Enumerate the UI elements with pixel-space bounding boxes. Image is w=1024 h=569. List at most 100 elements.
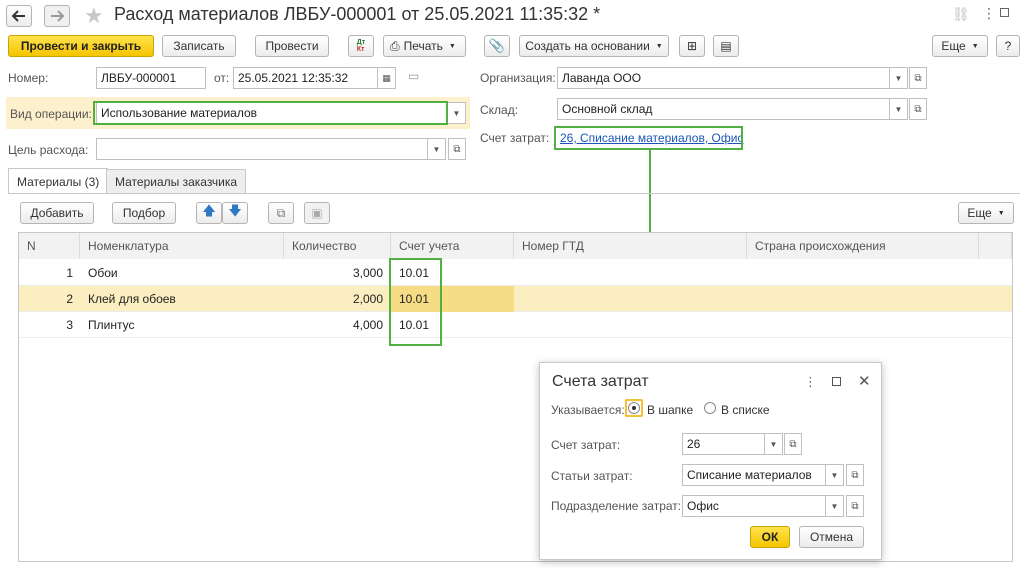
post-and-close-button[interactable]: Провести и закрыть	[8, 35, 154, 57]
add-button[interactable]: Добавить	[20, 202, 94, 224]
attach-button[interactable]: 📎	[484, 35, 510, 57]
account-label: Счет затрат:	[551, 438, 621, 452]
link-icon[interactable]: ⛓	[952, 6, 970, 23]
number-label: Номер:	[8, 71, 49, 85]
cost-account-highlight	[554, 126, 743, 150]
print-button[interactable]: ⎙ Печать ▼	[383, 35, 466, 57]
move-down-button[interactable]: 🡇	[222, 202, 248, 224]
chevron-down-icon: ▼	[448, 42, 456, 50]
table-row[interactable]: 2 Клей для обоев 2,000 10.01	[19, 286, 1012, 312]
copy-button[interactable]: ⧉	[268, 202, 294, 224]
column-header-name[interactable]: Номенклатура	[80, 233, 284, 259]
calendar-button[interactable]: ▦	[378, 67, 396, 89]
chevron-down-icon: ▼	[997, 209, 1005, 217]
dt-kt-button[interactable]: Дт Кт	[348, 35, 374, 57]
cell-name: Плинтус	[88, 318, 135, 332]
back-button[interactable]	[6, 5, 32, 27]
cost-items-dropdown[interactable]: ▼	[826, 464, 844, 486]
cell-n: 1	[66, 266, 73, 280]
organization-label: Организация:	[480, 71, 556, 85]
column-header-qty[interactable]: Количество	[284, 233, 391, 259]
table-more-button[interactable]: Еще ▼	[958, 202, 1014, 224]
cost-account-label: Счет затрат:	[480, 131, 550, 145]
column-header-extra	[979, 233, 1012, 259]
warehouse-field[interactable]: Основной склад	[557, 98, 890, 120]
cancel-button[interactable]: Отмена	[799, 526, 864, 548]
table-row[interactable]: 3 Плинтус 4,000 10.01	[19, 312, 1012, 338]
number-field[interactable]: ЛВБУ-000001	[96, 67, 206, 89]
page-title: Расход материалов ЛВБУ-000001 от 25.05.2…	[114, 4, 601, 24]
purpose-open-button[interactable]: ⧉	[448, 138, 466, 160]
dialog-close-icon[interactable]: ✕	[858, 372, 871, 390]
comment-icon[interactable]: ▭	[408, 69, 419, 83]
account-dropdown[interactable]: ▼	[765, 433, 783, 455]
tab-materials[interactable]: Материалы (3)	[8, 168, 109, 194]
division-dropdown[interactable]: ▼	[826, 495, 844, 517]
structure-button[interactable]: ⊞	[679, 35, 705, 57]
warehouse-dropdown[interactable]: ▼	[890, 98, 908, 120]
maximize-icon[interactable]	[1000, 8, 1009, 17]
column-header-gtd[interactable]: Номер ГТД	[514, 233, 747, 259]
warehouse-open-button[interactable]: ⧉	[909, 98, 927, 120]
post-button[interactable]: Провести	[255, 35, 329, 57]
division-open-button[interactable]: ⧉	[846, 495, 864, 517]
organization-open-button[interactable]: ⧉	[909, 67, 927, 89]
menu-dots-icon[interactable]: ⋮	[982, 5, 996, 22]
copy-icon: ⧉	[276, 205, 286, 220]
arrow-right-icon	[51, 10, 64, 22]
column-header-n[interactable]: N	[19, 233, 80, 259]
account-field[interactable]: 26	[682, 433, 765, 455]
report-icon: ▤	[720, 39, 732, 53]
printer-icon: ⎙	[390, 38, 400, 53]
dialog-maximize-icon[interactable]	[832, 377, 841, 386]
more-button[interactable]: Еще ▼	[932, 35, 988, 57]
operation-dropdown[interactable]: ▼	[448, 102, 466, 124]
cost-accounts-dialog: Счета затрат ⋮ ✕ Указывается: В шапке В …	[539, 362, 882, 560]
ok-button[interactable]: ОК	[750, 526, 790, 548]
pick-button[interactable]: Подбор	[112, 202, 176, 224]
structure-icon: ⊞	[686, 39, 698, 53]
cell-name: Клей для обоев	[88, 292, 176, 306]
create-based-on-button[interactable]: Создать на основании ▼	[519, 35, 669, 57]
column-header-account[interactable]: Счет учета	[391, 233, 514, 259]
tab-divider	[8, 193, 1020, 194]
radio-list-circle	[704, 402, 716, 414]
tab-customer-materials[interactable]: Материалы заказчика	[106, 169, 247, 193]
paste-icon: ▣	[311, 206, 323, 220]
organization-dropdown[interactable]: ▼	[890, 67, 908, 89]
division-label: Подразделение затрат:	[551, 499, 682, 513]
cell-name: Обои	[88, 266, 118, 280]
paperclip-icon: 📎	[488, 38, 506, 53]
radio-header-label[interactable]: В шапке	[647, 403, 693, 417]
date-label: от:	[214, 71, 230, 85]
help-button[interactable]: ?	[996, 35, 1020, 57]
warehouse-label: Склад:	[480, 103, 519, 117]
cost-items-field[interactable]: Списание материалов	[682, 464, 826, 486]
favorite-star-icon[interactable]: ★	[84, 3, 104, 29]
purpose-label: Цель расхода:	[8, 143, 89, 157]
purpose-field[interactable]	[96, 138, 428, 160]
paste-button[interactable]: ▣	[304, 202, 330, 224]
operation-label: Вид операции:	[10, 107, 92, 121]
move-up-button[interactable]: 🡅	[196, 202, 222, 224]
table-row[interactable]: 1 Обои 3,000 10.01	[19, 260, 1012, 286]
organization-field[interactable]: Лаванда ООО	[557, 67, 890, 89]
radio-list[interactable]	[704, 402, 716, 417]
forward-button[interactable]	[44, 5, 70, 27]
calendar-icon: ▦	[382, 72, 391, 83]
cost-items-label: Статьи затрат:	[551, 469, 633, 483]
column-header-country[interactable]: Страна происхождения	[747, 233, 979, 259]
save-button[interactable]: Записать	[162, 35, 236, 57]
cell-qty: 4,000	[352, 318, 383, 332]
report-button[interactable]: ▤	[713, 35, 739, 57]
cost-items-open-button[interactable]: ⧉	[846, 464, 864, 486]
purpose-dropdown[interactable]: ▼	[428, 138, 446, 160]
radio-header-box[interactable]	[625, 399, 643, 417]
dialog-title: Счета затрат	[552, 373, 649, 390]
account-open-button[interactable]: ⧉	[784, 433, 802, 455]
dialog-menu-icon[interactable]: ⋮	[804, 374, 817, 390]
radio-list-label[interactable]: В списке	[721, 403, 770, 417]
date-field[interactable]: 25.05.2021 12:35:32	[233, 67, 378, 89]
specified-label: Указывается:	[551, 403, 625, 417]
division-field[interactable]: Офис	[682, 495, 826, 517]
